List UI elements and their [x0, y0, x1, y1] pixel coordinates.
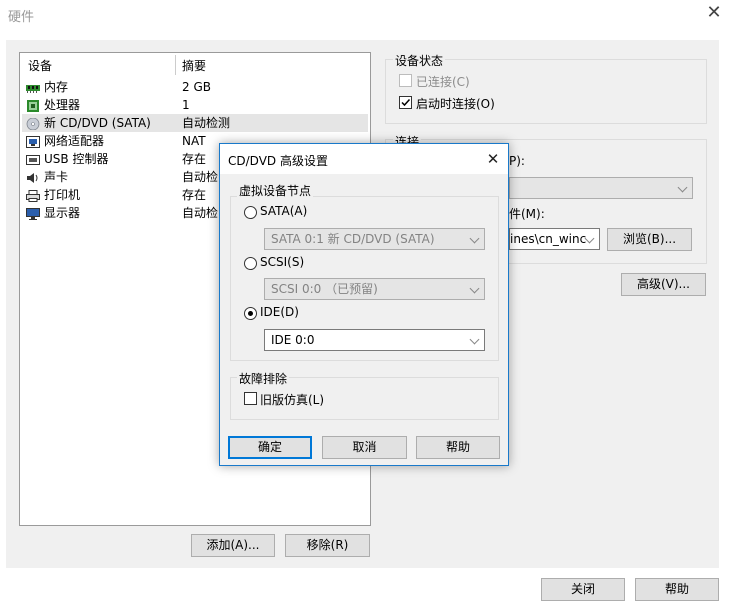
chevron-down-icon [469, 233, 480, 244]
device-name: 新 CD/DVD (SATA) [44, 116, 151, 130]
sound-card-icon [26, 171, 40, 183]
cancel-button[interactable]: 取消 [322, 436, 407, 459]
device-summary: 自动检测 [182, 116, 231, 130]
troubleshoot-label: 故障排除 [237, 370, 290, 387]
sata-value: SATA 0:1 新 CD/DVD (SATA) [271, 232, 435, 246]
iso-path-input[interactable]: ines\cn_winc [509, 228, 600, 250]
physical-drive-select[interactable] [509, 177, 693, 199]
usb-icon [26, 153, 40, 165]
network-adapter-icon [26, 135, 40, 148]
device-name: 网络适配器 [44, 134, 105, 148]
scsi-value: SCSI 0:0 （已预留) [271, 282, 378, 296]
processor-icon [26, 99, 40, 112]
list-item-memory[interactable]: 内存 2 GB [22, 78, 368, 96]
connect-on-start-checkbox[interactable] [399, 96, 412, 109]
remove-button[interactable]: 移除(R) [285, 534, 370, 557]
ide-radio[interactable] [244, 307, 257, 320]
sata-radio[interactable] [244, 206, 257, 219]
device-summary: 2 GB [182, 80, 211, 94]
chevron-down-icon [677, 182, 688, 193]
radio-selected-dot [248, 311, 253, 316]
display-icon [26, 207, 40, 220]
device-summary: NAT [182, 134, 206, 148]
list-item-processor[interactable]: 处理器 1 [22, 96, 368, 114]
device-summary: 存在 [182, 188, 207, 202]
close-button[interactable]: 关闭 [541, 578, 625, 601]
connect-on-start-label: 启动时连接(O) [416, 97, 495, 111]
dialog-title-bar: CD/DVD 高级设置 ✕ [220, 144, 508, 174]
iso-file-label: 件(M): [509, 207, 545, 221]
ide-value: IDE 0:0 [271, 333, 315, 347]
scsi-radio[interactable] [244, 257, 257, 270]
connected-label: 已连接(C) [416, 75, 470, 89]
advanced-button[interactable]: 高级(V)... [621, 273, 706, 296]
physical-drive-label: P): [509, 154, 525, 168]
column-header-summary[interactable]: 摘要 [182, 57, 206, 75]
scsi-select[interactable]: SCSI 0:0 （已预留) [264, 278, 485, 300]
memory-icon [26, 81, 40, 93]
iso-path-value: ines\cn_winc [510, 232, 587, 246]
window-title: 硬件 [8, 10, 35, 25]
device-summary: 存在 [182, 152, 207, 166]
sata-select[interactable]: SATA 0:1 新 CD/DVD (SATA) [264, 228, 485, 250]
device-name: 声卡 [44, 170, 69, 184]
printer-icon [26, 189, 40, 202]
scsi-label: SCSI(S) [260, 255, 305, 269]
device-summary: 自动检 [182, 170, 219, 184]
device-name: 处理器 [44, 98, 81, 112]
chevron-down-icon [469, 334, 480, 345]
checkmark-icon [401, 98, 411, 107]
ide-label: IDE(D) [260, 305, 299, 319]
column-header-device[interactable]: 设备 [28, 57, 52, 75]
column-separator[interactable] [175, 55, 176, 75]
legacy-emulation-label: 旧版仿真(L) [260, 393, 325, 407]
device-summary: 1 [182, 98, 190, 112]
ide-select[interactable]: IDE 0:0 [264, 329, 485, 351]
chevron-down-icon [469, 283, 480, 294]
device-name: 打印机 [44, 188, 81, 202]
dialog-title: CD/DVD 高级设置 [228, 154, 328, 168]
device-name: USB 控制器 [44, 152, 109, 166]
connected-checkbox[interactable] [399, 74, 412, 87]
footer-help-button[interactable]: 帮助 [635, 578, 719, 601]
device-name: 内存 [44, 80, 69, 94]
browse-button[interactable]: 浏览(B)... [607, 228, 692, 251]
cd-dvd-icon [26, 117, 40, 131]
sata-label: SATA(A) [260, 204, 308, 218]
legacy-emulation-checkbox[interactable] [244, 392, 257, 405]
list-item-cd-dvd[interactable]: 新 CD/DVD (SATA) 自动检测 [22, 114, 368, 132]
device-name: 显示器 [44, 206, 81, 220]
close-icon[interactable]: ✕ [705, 4, 723, 22]
virtual-node-label: 虚拟设备节点 [237, 182, 314, 199]
dialog-close-icon[interactable]: ✕ [484, 150, 502, 168]
add-button[interactable]: 添加(A)... [191, 534, 275, 557]
dialog-help-button[interactable]: 帮助 [416, 436, 500, 459]
device-status-label: 设备状态 [393, 52, 446, 69]
cd-dvd-advanced-dialog: CD/DVD 高级设置 ✕ 虚拟设备节点 SATA(A) SATA 0:1 新 … [219, 143, 509, 466]
ok-button[interactable]: 确定 [228, 436, 312, 459]
device-summary: 自动检 [182, 206, 219, 220]
